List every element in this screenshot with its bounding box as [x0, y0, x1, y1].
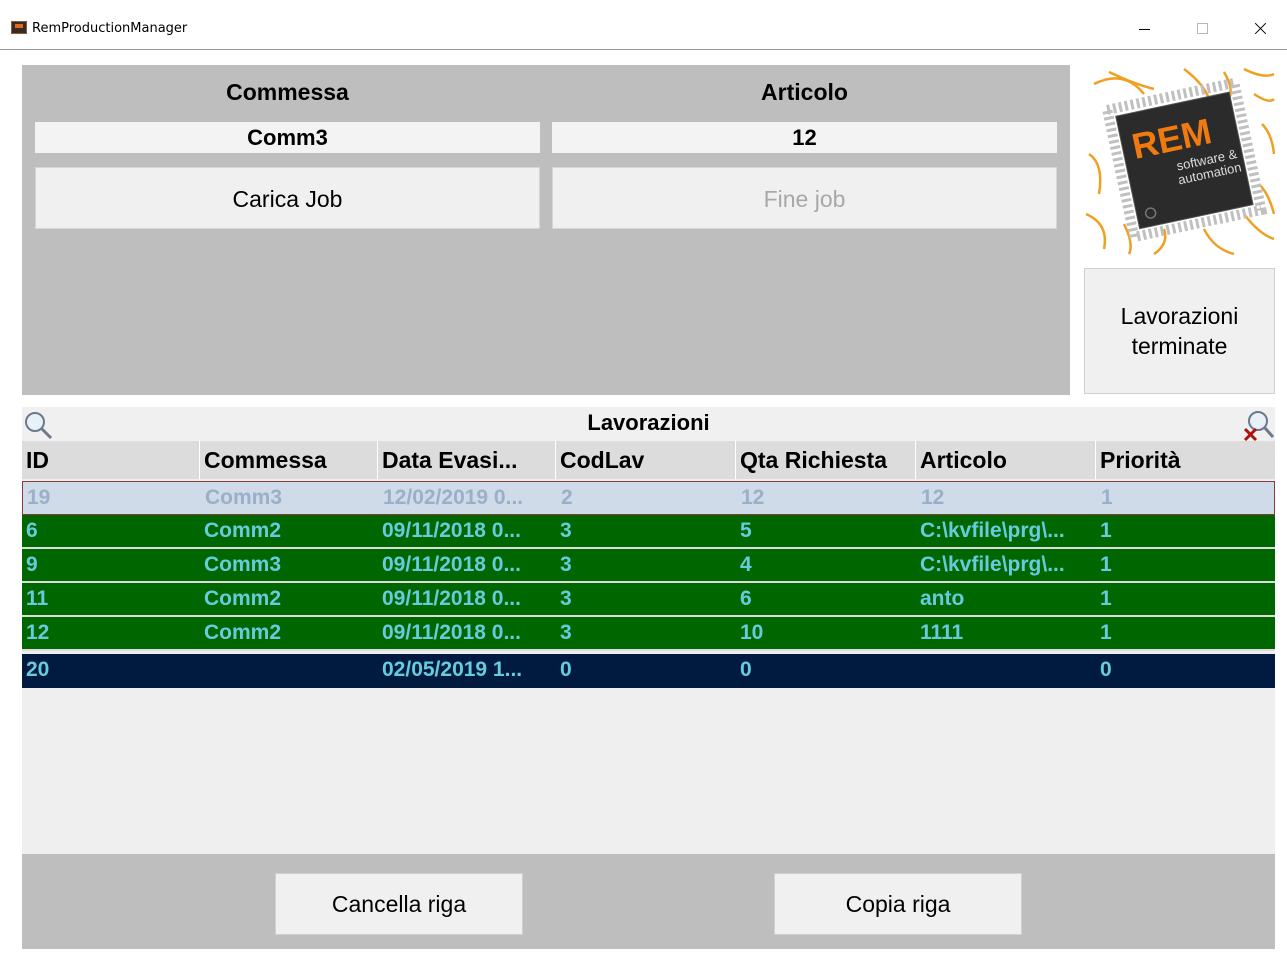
column-header-commessa[interactable]: Commessa: [200, 441, 378, 479]
maximize-button[interactable]: [1180, 14, 1224, 44]
close-button[interactable]: [1238, 14, 1282, 44]
cell-data-evasione: 02/05/2019 1...: [382, 658, 523, 681]
cell-articolo: [916, 654, 1096, 688]
cell-codlav: 3: [560, 621, 572, 644]
grid-title-bar: Lavorazioni: [22, 407, 1275, 442]
cell-data-evasione: 12/02/2019 0...: [383, 486, 524, 509]
cell-priorita: 0: [1100, 658, 1112, 681]
cell-data-evasione: 09/11/2018 0...: [382, 553, 521, 576]
cell-priorita: 1: [1100, 587, 1112, 610]
cell-priorita: 1: [1101, 486, 1113, 509]
end-job-button[interactable]: Fine job: [552, 167, 1057, 229]
column-header-id[interactable]: ID: [22, 441, 200, 479]
table-row[interactable]: 12 Comm2 09/11/2018 0... 3 10 1111 1: [22, 617, 1275, 651]
cell-codlav: 3: [560, 519, 572, 542]
cell-qta-richiesta: 4: [740, 553, 752, 576]
cell-data-evasione: 09/11/2018 0...: [382, 519, 521, 542]
grid-header: ID Commessa Data Evasi... CodLav Qta Ric…: [22, 441, 1275, 479]
cell-data-evasione: 09/11/2018 0...: [382, 587, 521, 610]
cell-id: 19: [27, 486, 51, 509]
window-title: RemProductionManager: [32, 21, 188, 36]
column-header-codlav[interactable]: CodLav: [556, 441, 736, 479]
column-header-data-evasione[interactable]: Data Evasi...: [378, 441, 556, 479]
table-row[interactable]: 20 02/05/2019 1... 0 0 0: [22, 654, 1275, 688]
cell-data-evasione: 09/11/2018 0...: [382, 621, 521, 644]
cell-codlav: 3: [560, 587, 572, 610]
cell-priorita: 1: [1100, 519, 1112, 542]
cell-priorita: 1: [1100, 553, 1112, 576]
cell-qta-richiesta: 5: [740, 519, 752, 542]
cell-id: 12: [26, 621, 50, 644]
column-header-qta-richiesta[interactable]: Qta Richiesta: [736, 441, 916, 479]
articolo-label: Articolo: [761, 79, 848, 105]
cell-qta-richiesta: 6: [740, 587, 752, 610]
delete-row-button[interactable]: Cancella riga: [275, 873, 523, 935]
cell-commessa: Comm3: [205, 486, 283, 509]
action-panel: Cancella riga Copia riga: [22, 854, 1275, 949]
completed-jobs-button[interactable]: Lavorazioni terminate: [1084, 268, 1275, 394]
grid-body: 19 Comm3 12/02/2019 0... 2 12 12 1 6 Com…: [22, 479, 1275, 854]
cell-priorita: 1: [1100, 621, 1112, 644]
cell-id: 11: [26, 587, 49, 610]
cell-codlav: 0: [560, 658, 572, 681]
cell-qta-richiesta: 10: [740, 621, 764, 644]
articolo-value: 12: [552, 122, 1057, 153]
app-icon: [11, 21, 27, 34]
commessa-value: Comm3: [35, 122, 540, 153]
cell-articolo: anto: [920, 587, 965, 610]
cell-id: 20: [26, 658, 50, 681]
cell-commessa: Comm2: [204, 587, 282, 610]
cell-qta-richiesta: 12: [741, 486, 765, 509]
cell-articolo: 1111: [920, 621, 964, 644]
minimize-button[interactable]: [1122, 14, 1166, 44]
table-row[interactable]: 19 Comm3 12/02/2019 0... 2 12 12 1: [22, 481, 1275, 515]
cell-id: 9: [26, 553, 38, 576]
column-header-articolo[interactable]: Articolo: [916, 441, 1096, 479]
copy-row-button[interactable]: Copia riga: [774, 873, 1022, 935]
cell-qta-richiesta: 0: [740, 658, 752, 681]
cell-articolo: 12: [921, 486, 945, 509]
cell-commessa: [200, 654, 378, 688]
column-header-priorita[interactable]: Priorità: [1096, 441, 1275, 479]
cell-commessa: Comm2: [204, 621, 282, 644]
commessa-label: Commessa: [226, 79, 349, 105]
table-row[interactable]: 6 Comm2 09/11/2018 0... 3 5 C:\kvfile\pr…: [22, 515, 1275, 549]
cell-articolo: C:\kvfile\prg\...: [920, 519, 1065, 542]
load-job-button[interactable]: Carica Job: [35, 167, 540, 229]
cell-id: 6: [26, 519, 38, 542]
rem-logo: REM software & automation: [1084, 64, 1275, 255]
cell-codlav: 2: [561, 486, 573, 509]
grid-title: Lavorazioni: [587, 410, 710, 435]
job-panel: Commessa Articolo Comm3 12 Carica Job Fi…: [22, 65, 1070, 395]
cell-codlav: 3: [560, 553, 572, 576]
table-row[interactable]: 9 Comm3 09/11/2018 0... 3 4 C:\kvfile\pr…: [22, 549, 1275, 583]
clear-search-icon[interactable]: [1242, 410, 1275, 442]
title-bar: RemProductionManager: [0, 0, 1287, 50]
table-row[interactable]: 11 Comm2 09/11/2018 0... 3 6 anto 1: [22, 583, 1275, 617]
cell-commessa: Comm3: [204, 553, 282, 576]
cell-articolo: C:\kvfile\prg\...: [920, 553, 1065, 576]
cell-commessa: Comm2: [204, 519, 282, 542]
